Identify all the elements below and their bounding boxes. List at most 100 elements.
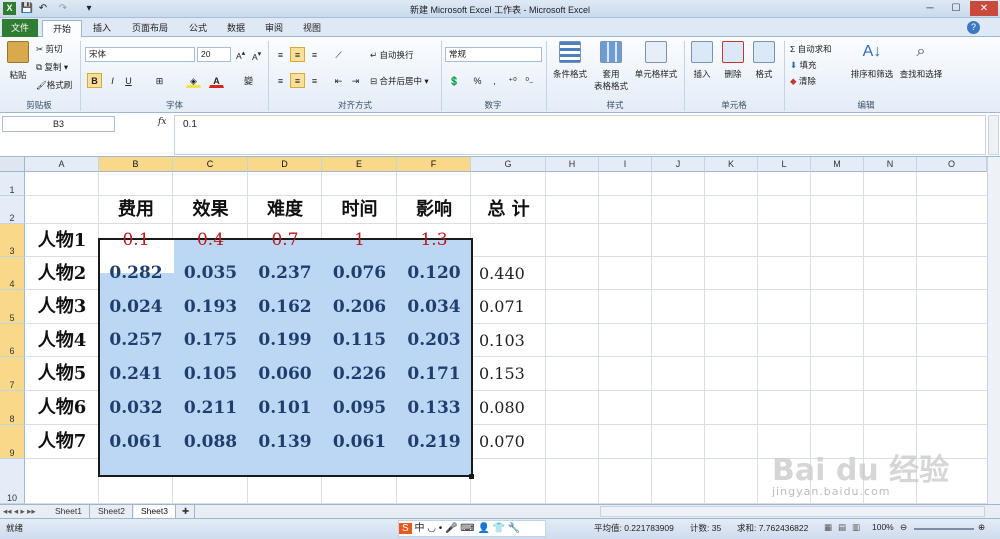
underline-button[interactable]: U (121, 73, 136, 88)
data-cell[interactable]: 0.034 (397, 290, 471, 324)
row-header-10[interactable]: 10 (0, 459, 25, 504)
header-cell-4[interactable]: 时间 (322, 196, 397, 224)
formula-input[interactable]: 0.1 (174, 115, 986, 155)
maximize-button[interactable]: ☐ (944, 1, 968, 16)
paste-button[interactable]: 粘贴 (4, 41, 32, 93)
font-name-select[interactable]: 宋体 (85, 47, 195, 62)
align-top-icon[interactable]: ≡ (273, 47, 288, 62)
column-header-j[interactable]: J (652, 157, 705, 172)
data-cell[interactable]: 0.115 (322, 324, 397, 357)
data-cell[interactable]: 0.061 (99, 425, 173, 459)
horizontal-scrollbar[interactable] (600, 506, 985, 517)
data-cell[interactable]: 0.193 (173, 290, 248, 324)
row-header-6[interactable]: 6 (0, 324, 25, 357)
column-header-n[interactable]: N (864, 157, 917, 172)
weight-cell-2[interactable]: 0.4 (173, 224, 248, 257)
data-cell[interactable]: 0.241 (99, 357, 173, 391)
data-cell[interactable]: 0.120 (397, 257, 471, 290)
data-cell[interactable]: 0.175 (173, 324, 248, 357)
clear-button[interactable]: ◆ 清除 (790, 75, 816, 87)
column-header-c[interactable]: C (173, 157, 248, 172)
header-cell-3[interactable]: 难度 (248, 196, 322, 224)
data-cell[interactable]: 0.237 (248, 257, 322, 290)
comma-icon[interactable]: , (487, 73, 502, 88)
increase-decimal-icon[interactable]: ⁺⁰ (505, 73, 520, 88)
zoom-out-icon[interactable]: ⊖ (900, 522, 907, 533)
sheet-tab-3[interactable]: Sheet3 (134, 505, 176, 518)
data-cell[interactable]: 0.095 (322, 391, 397, 425)
conditional-format-button[interactable]: 条件格式 (549, 41, 591, 80)
row-header-7[interactable]: 7 (0, 357, 25, 391)
zoom-level[interactable]: 100% (872, 522, 894, 532)
formula-bar-scrollbar[interactable] (988, 115, 999, 155)
wrap-text-button[interactable]: ↵ 自动换行 (370, 49, 414, 61)
column-header-e[interactable]: E (322, 157, 397, 172)
data-cell[interactable]: 0.101 (248, 391, 322, 425)
tab-page-layout[interactable]: 页面布局 (122, 20, 178, 37)
font-size-select[interactable]: 20 (197, 47, 231, 62)
header-cell-1[interactable]: 费用 (99, 196, 173, 224)
data-cell[interactable]: 0.171 (397, 357, 471, 391)
tab-insert[interactable]: 插入 (84, 20, 120, 37)
borders-icon[interactable]: ⊞ (152, 73, 167, 88)
delete-cells-button[interactable]: 删除 (720, 41, 746, 80)
data-cell[interactable]: 0.024 (99, 290, 173, 324)
row-label-cell[interactable]: 人物6 (25, 391, 99, 425)
row-header-3[interactable]: 3 (0, 224, 25, 257)
total-cell[interactable]: 0.071 (479, 290, 554, 324)
accounting-icon[interactable]: 💲 (447, 73, 462, 88)
insert-cells-button[interactable]: 插入 (689, 41, 715, 80)
row-label-cell[interactable]: 人物7 (25, 425, 99, 459)
total-cell[interactable]: 0.103 (479, 324, 554, 357)
row-header-5[interactable]: 5 (0, 290, 25, 324)
zoom-slider[interactable] (914, 528, 974, 530)
italic-button[interactable]: I (105, 73, 120, 88)
row-label-cell[interactable]: 人物4 (25, 324, 99, 357)
row-header-9[interactable]: 9 (0, 425, 25, 459)
new-sheet-icon[interactable]: ✚ (177, 505, 195, 518)
format-as-table-button[interactable]: 套用 表格格式 (592, 41, 630, 92)
row-label-cell[interactable]: 人物1 (25, 224, 99, 257)
tab-data[interactable]: 数据 (218, 20, 254, 37)
column-header-m[interactable]: M (811, 157, 864, 172)
ime-toolbar[interactable]: S 中 ◡ • 🎤 ⌨ 👤 👕 🔧 (398, 520, 546, 537)
vertical-scrollbar[interactable] (987, 157, 1000, 504)
data-cell[interactable]: 0.211 (173, 391, 248, 425)
number-format-select[interactable]: 常规 (445, 47, 542, 62)
column-header-k[interactable]: K (705, 157, 758, 172)
weight-cell-4[interactable]: 1 (322, 224, 397, 257)
data-cell[interactable]: 0.060 (248, 357, 322, 391)
sheet-nav-icon[interactable]: ◂◂ ◂ ▸ ▸▸ (3, 506, 36, 517)
minimize-button[interactable]: ─ (918, 1, 942, 16)
data-cell[interactable]: 0.282 (99, 257, 173, 290)
header-cell-2[interactable]: 效果 (173, 196, 248, 224)
row-label-cell[interactable]: 人物3 (25, 290, 99, 324)
format-painter-button[interactable]: 🖌格式刷 (36, 79, 72, 91)
grow-font-icon[interactable]: A▴ (236, 48, 245, 61)
decrease-decimal-icon[interactable]: ⁰₋ (522, 73, 537, 88)
autosum-button[interactable]: Σ 自动求和 (790, 43, 832, 55)
cut-button[interactable]: ✂ 剪切 (36, 43, 63, 55)
name-box[interactable]: B3 (2, 116, 115, 132)
shrink-font-icon[interactable]: A▾ (252, 49, 261, 62)
column-header-d[interactable]: D (248, 157, 322, 172)
decrease-indent-icon[interactable]: ⇤ (331, 73, 346, 88)
data-cell[interactable]: 0.133 (397, 391, 471, 425)
phonetic-icon[interactable]: 變 (241, 73, 256, 88)
tab-file[interactable]: 文件 (2, 19, 38, 37)
column-header-l[interactable]: L (758, 157, 811, 172)
help-icon[interactable]: ? (967, 21, 980, 34)
sheet-tab-1[interactable]: Sheet1 (48, 505, 90, 518)
sheet-tab-2[interactable]: Sheet2 (91, 505, 133, 518)
zoom-in-icon[interactable]: ⊕ (978, 522, 985, 533)
column-header-o[interactable]: O (917, 157, 987, 172)
row-header-2[interactable]: 2 (0, 196, 25, 224)
data-cell[interactable]: 0.139 (248, 425, 322, 459)
fill-handle[interactable] (469, 474, 474, 479)
data-cell[interactable]: 0.206 (322, 290, 397, 324)
page-layout-view-icon[interactable]: ▤ (838, 522, 846, 533)
data-cell[interactable]: 0.257 (99, 324, 173, 357)
merge-center-button[interactable]: ⊟ 合并后居中 ▾ (370, 75, 429, 87)
data-cell[interactable]: 0.199 (248, 324, 322, 357)
fill-color-icon[interactable]: ◈ (186, 73, 201, 88)
